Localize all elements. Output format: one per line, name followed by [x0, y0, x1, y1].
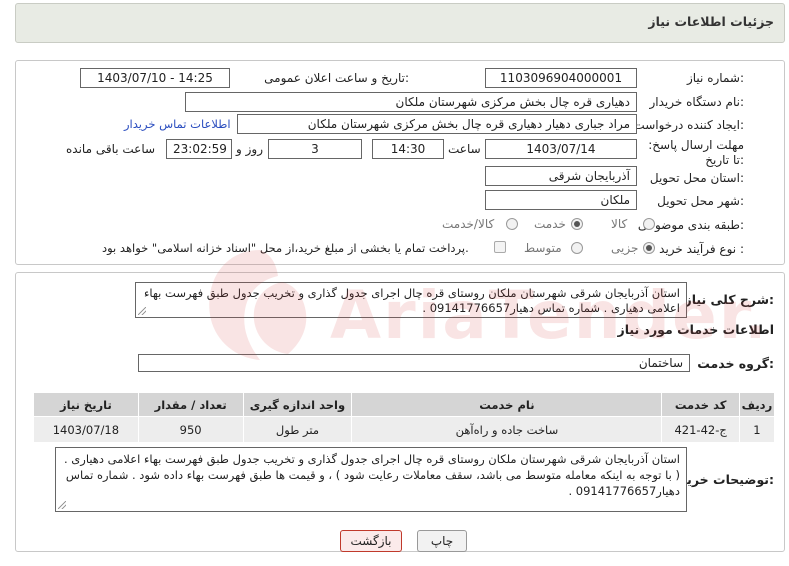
process-option-minor: جزیی	[611, 241, 639, 255]
process-radio-medium[interactable]	[571, 242, 583, 254]
resize-grip-icon[interactable]	[58, 501, 66, 509]
col-header-qty: تعداد / مقدار	[137, 392, 244, 417]
payment-note: پرداخت تمام یا بخشی از مبلغ خرید،از محل …	[102, 241, 469, 255]
announce-date-field: 1403/07/10 - 14:25	[80, 68, 230, 88]
service-group-field: ساختمان	[138, 354, 690, 372]
services-section-title: اطلاعات خدمات مورد نیاز	[617, 322, 775, 337]
process-radio-minor[interactable]	[643, 242, 655, 254]
table-header-row: ردیف کد خدمت نام خدمت واحد اندازه گیری ت…	[33, 392, 776, 417]
process-type-label: نوع فرآیند خرید :	[659, 242, 744, 256]
creator-field: مراد جباری دهیار دهیاری قره چال بخش مرکز…	[237, 114, 637, 134]
buyer-org-label: نام دستگاه خریدار:	[649, 95, 745, 109]
deadline-label: مهلت ارسال پاسخ: تا تاریخ:	[648, 138, 744, 167]
cell-date: 1403/07/18	[33, 416, 139, 443]
category-option-goods: کالا	[611, 217, 628, 231]
buyer-contact-link[interactable]: اطلاعات تماس خریدار	[124, 117, 231, 131]
col-header-unit: واحد اندازه گیری	[242, 392, 353, 417]
services-table: ردیف کد خدمت نام خدمت واحد اندازه گیری ت…	[33, 392, 776, 443]
col-header-name: نام خدمت	[351, 392, 663, 417]
page-title: جزئیات اطلاعات نیاز	[648, 14, 774, 29]
need-number-label: شماره نیاز:	[686, 71, 744, 85]
page-header: جزئیات اطلاعات نیاز	[15, 3, 785, 43]
city-field: ملکان	[485, 190, 637, 210]
cell-unit: متر طول	[242, 416, 353, 443]
cell-name: ساخت جاده و راه‌آهن	[351, 416, 663, 443]
summary-label: شرح کلی نیاز:	[684, 292, 775, 307]
city-label: شهر محل تحویل:	[657, 194, 744, 208]
cell-code: ج-42-421	[661, 416, 740, 443]
category-option-service: خدمت	[534, 217, 566, 231]
back-button[interactable]: بازگشت	[340, 530, 402, 552]
category-radio-service[interactable]	[571, 218, 583, 230]
province-label: استان محل تحویل:	[649, 171, 744, 185]
deadline-time-label: ساعت	[448, 142, 481, 156]
summary-textarea[interactable]: استان آذربایجان شرقی شهرستان ملکان روستا…	[135, 282, 687, 318]
need-number-field: 1103096904000001	[485, 68, 637, 88]
process-option-medium: متوسط	[524, 241, 562, 255]
col-header-code: کد خدمت	[661, 392, 740, 417]
creator-label: ایجاد کننده درخواست:	[633, 118, 744, 132]
col-header-date: تاریخ نیاز	[33, 392, 139, 417]
buyer-org-field: دهیاری قره چال بخش مرکزی شهرستان ملکان	[185, 92, 637, 112]
category-radio-goods-service[interactable]	[506, 218, 518, 230]
treasury-bonds-checkbox[interactable]	[494, 241, 506, 253]
remaining-time-field: 23:02:59	[166, 139, 232, 159]
category-radio-goods[interactable]	[643, 218, 655, 230]
day-label: روز و	[236, 142, 263, 156]
announce-date-label: تاریخ و ساعت اعلان عمومی:	[264, 71, 409, 85]
category-option-goods-service: کالا/خدمت	[442, 217, 495, 231]
buyer-notes-text: استان آذربایجان شرقی شهرستان ملکان روستا…	[63, 452, 680, 498]
remaining-time-label: ساعت باقی مانده	[66, 142, 156, 156]
cell-row-index: 1	[738, 416, 776, 443]
col-header-row-index: ردیف	[738, 392, 776, 417]
print-button[interactable]: چاپ	[417, 530, 467, 552]
service-group-label: گروه خدمت:	[697, 356, 774, 371]
deadline-date-field: 1403/07/14	[485, 139, 637, 159]
table-row: 1 ج-42-421 ساخت جاده و راه‌آهن متر طول 9…	[33, 416, 776, 443]
province-field: آذربایجان شرقی	[485, 166, 637, 186]
buyer-notes-textarea[interactable]: استان آذربایجان شرقی شهرستان ملکان روستا…	[55, 447, 687, 512]
deadline-time-field: 14:30	[372, 139, 444, 159]
resize-grip-icon[interactable]	[138, 307, 146, 315]
days-remaining-field: 3	[268, 139, 362, 159]
cell-qty: 950	[137, 416, 244, 443]
summary-text: استان آذربایجان شرقی شهرستان ملکان روستا…	[143, 286, 680, 315]
